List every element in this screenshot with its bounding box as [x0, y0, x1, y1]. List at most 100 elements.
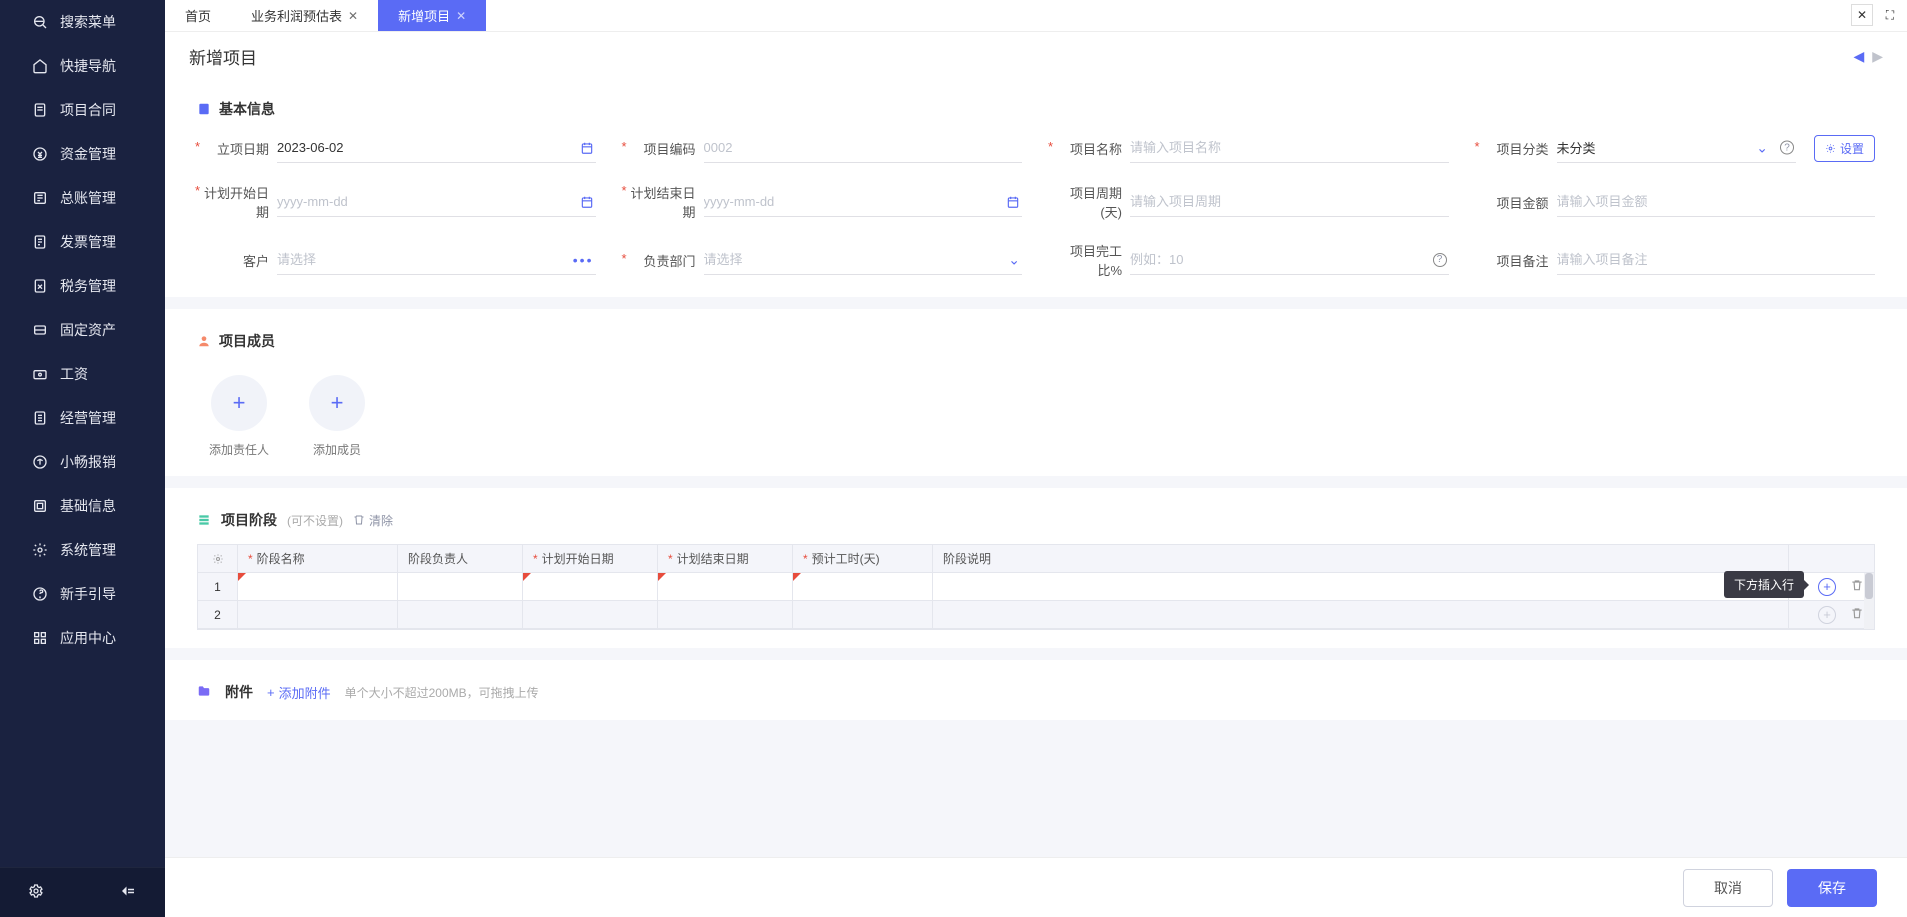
input-plan-end[interactable]: [704, 187, 1023, 217]
chevron-down-icon[interactable]: ⌄: [1008, 251, 1020, 268]
label: 添加责任人: [209, 441, 269, 458]
input-plan-start[interactable]: [277, 187, 596, 217]
label: 项目完工比%: [1050, 241, 1130, 279]
input-amount[interactable]: [1557, 187, 1876, 217]
window-controls: ✕ ⛶: [1851, 4, 1901, 26]
label: 设置: [1840, 140, 1864, 157]
sidebar-item-project-contract[interactable]: 项目合同: [0, 88, 165, 132]
label: 系统管理: [60, 540, 116, 560]
sidebar-item-quick[interactable]: 快捷导航: [0, 44, 165, 88]
help-icon[interactable]: ?: [1433, 253, 1447, 267]
input-date[interactable]: [277, 133, 596, 163]
input-code[interactable]: [704, 133, 1023, 163]
cell-est-days[interactable]: [793, 601, 933, 629]
asset-icon: [32, 322, 48, 338]
sidebar-item-salary[interactable]: 工资: [0, 352, 165, 396]
close-btn[interactable]: ✕: [1851, 4, 1873, 26]
sidebar-item-fund[interactable]: 资金管理: [0, 132, 165, 176]
sidebar-search[interactable]: 搜索菜单: [0, 0, 165, 44]
cell-name[interactable]: [238, 601, 398, 629]
gear-column[interactable]: [198, 545, 238, 573]
sidebar-item-basic[interactable]: 基础信息: [0, 484, 165, 528]
section-stages: 项目阶段 (可不设置) 清除 阶段名称 阶段负: [165, 488, 1907, 648]
settings-button[interactable]: 设置: [1814, 135, 1875, 162]
next-icon[interactable]: ▶: [1872, 48, 1883, 65]
guide-icon: [32, 586, 48, 602]
cell-plan-start[interactable]: [523, 601, 658, 629]
select-dept[interactable]: ⌄: [704, 245, 1023, 275]
collapse-icon[interactable]: [119, 884, 137, 901]
label: 资金管理: [60, 144, 116, 164]
prev-icon[interactable]: ◀: [1853, 48, 1864, 65]
biz-icon: [32, 410, 48, 426]
label: 计划开始日期: [197, 183, 277, 221]
help-icon[interactable]: ?: [1780, 141, 1794, 155]
add-owner-button[interactable]: +: [211, 375, 267, 431]
close-icon[interactable]: ✕: [348, 9, 358, 23]
label: 添加成员: [313, 441, 361, 458]
sidebar: 搜索菜单 快捷导航 项目合同 资金管理 总账管理 发票管理: [0, 0, 165, 917]
close-icon[interactable]: ✕: [456, 9, 466, 23]
tab-profit-estimate[interactable]: 业务利润预估表 ✕: [231, 0, 378, 31]
page-title: 新增项目: [189, 44, 257, 69]
save-button[interactable]: 保存: [1787, 869, 1877, 907]
input-progress[interactable]: ?: [1130, 245, 1449, 275]
sidebar-item-expense[interactable]: 小畅报销: [0, 440, 165, 484]
sidebar-item-apps[interactable]: 应用中心: [0, 616, 165, 660]
cell-plan-end[interactable]: [658, 601, 793, 629]
add-attachment-button[interactable]: +添加附件: [267, 683, 331, 702]
section-title: 项目阶段: [221, 510, 277, 530]
more-icon[interactable]: •••: [573, 252, 594, 268]
row-actions: 下方插入行 +: [1789, 573, 1874, 601]
input-cycle[interactable]: [1130, 187, 1449, 217]
settings-icon[interactable]: [28, 883, 44, 902]
nav-arrows: ◀ ▶: [1853, 48, 1883, 65]
row-actions: +: [1789, 601, 1874, 629]
field-category: 项目分类 未分类 ⌄ ? 设置: [1477, 133, 1876, 163]
cell-est-days[interactable]: [793, 573, 933, 601]
cell-desc[interactable]: [933, 601, 1789, 629]
field-dept: 负责部门 ⌄: [624, 241, 1023, 279]
stage-table: 阶段名称 阶段负责人 计划开始日期 计划结束日期 预计工时(天) 阶段说明 1: [197, 544, 1875, 630]
clear-button[interactable]: 清除: [353, 512, 393, 529]
sidebar-item-asset[interactable]: 固定资产: [0, 308, 165, 352]
insert-row-button[interactable]: +: [1818, 606, 1836, 624]
tab-new-project[interactable]: 新增项目 ✕: [378, 0, 486, 31]
insert-row-button[interactable]: +: [1818, 578, 1836, 596]
sidebar-item-tax[interactable]: 税务管理: [0, 264, 165, 308]
tab-bar: 首页 业务利润预估表 ✕ 新增项目 ✕ ✕ ⛶: [165, 0, 1907, 32]
sidebar-item-invoice[interactable]: 发票管理: [0, 220, 165, 264]
add-member-button[interactable]: +: [309, 375, 365, 431]
cancel-button[interactable]: 取消: [1683, 869, 1773, 907]
select-category[interactable]: 未分类 ⌄ ?: [1557, 133, 1796, 163]
label: 项目周期(天): [1050, 183, 1130, 221]
field-progress: 项目完工比% ?: [1050, 241, 1449, 279]
sidebar-item-guide[interactable]: 新手引导: [0, 572, 165, 616]
select-customer[interactable]: •••: [277, 245, 596, 275]
cell-owner[interactable]: [398, 573, 523, 601]
label: 新手引导: [60, 584, 116, 604]
input-name[interactable]: [1130, 133, 1449, 163]
chevron-down-icon[interactable]: ⌄: [1756, 139, 1768, 156]
delete-row-button[interactable]: [1850, 606, 1864, 623]
field-code: 项目编码: [624, 133, 1023, 163]
calendar-icon[interactable]: [580, 195, 594, 209]
expand-icon[interactable]: ⛶: [1879, 4, 1901, 26]
cell-owner[interactable]: [398, 601, 523, 629]
label: 负责部门: [624, 251, 704, 270]
sidebar-item-system[interactable]: 系统管理: [0, 528, 165, 572]
cell-name[interactable]: [238, 573, 398, 601]
calendar-icon[interactable]: [1006, 195, 1020, 209]
delete-row-button[interactable]: [1850, 578, 1864, 595]
input-remark[interactable]: [1557, 245, 1876, 275]
cell-desc[interactable]: [933, 573, 1789, 601]
footer: 取消 保存: [165, 857, 1907, 917]
tab-home[interactable]: 首页: [165, 0, 231, 31]
scrollbar[interactable]: [1864, 573, 1874, 629]
content: 基本信息 立项日期: [165, 81, 1907, 917]
sidebar-item-ledger[interactable]: 总账管理: [0, 176, 165, 220]
cell-plan-start[interactable]: [523, 573, 658, 601]
calendar-icon[interactable]: [580, 141, 594, 155]
sidebar-item-business[interactable]: 经营管理: [0, 396, 165, 440]
cell-plan-end[interactable]: [658, 573, 793, 601]
